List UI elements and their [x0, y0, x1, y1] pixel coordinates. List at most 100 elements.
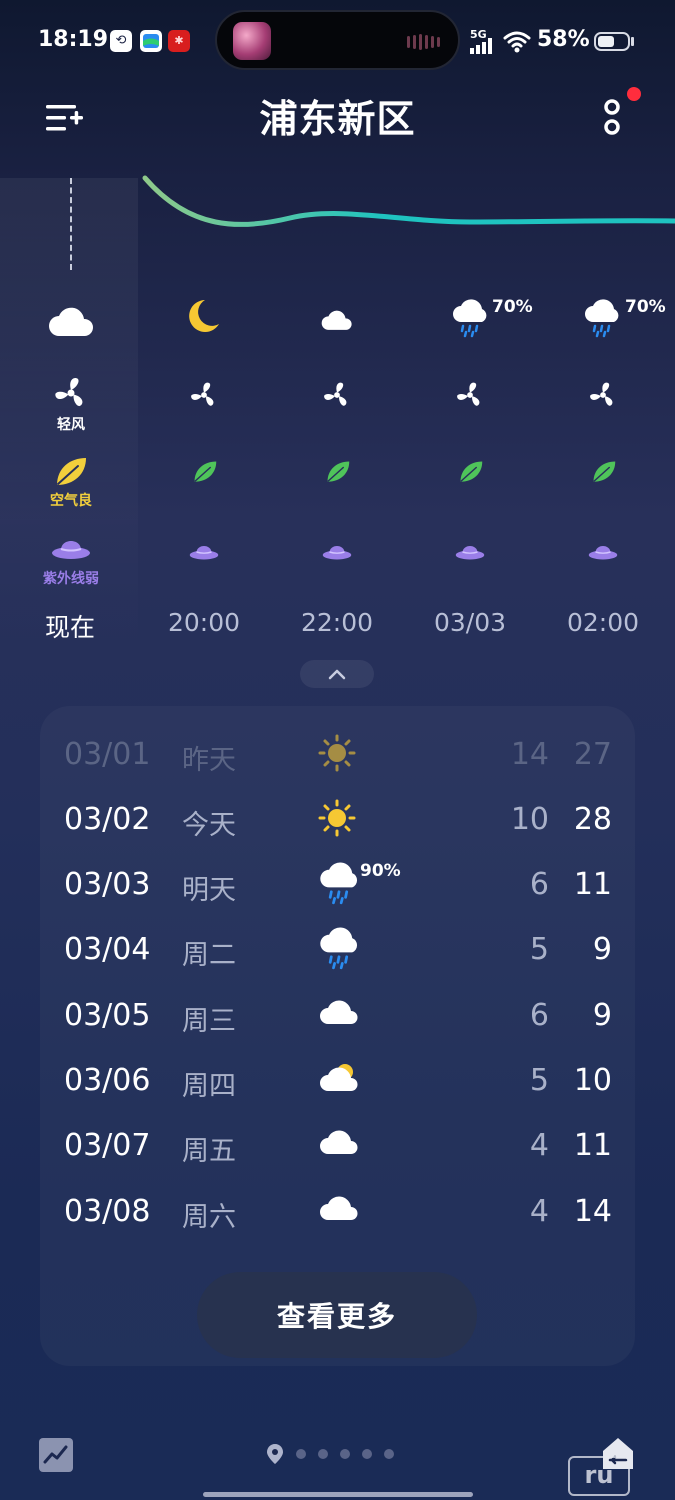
leaf-icon — [460, 461, 483, 482]
hourly-column-now[interactable]: 轻风 空气良 紫外线弱 — [4, 290, 138, 650]
hour-time-label: 03/03 — [433, 608, 507, 637]
day-name: 周六 — [182, 1202, 236, 1233]
battery-percent: 58% — [537, 27, 590, 52]
trend-chart-icon[interactable] — [39, 1438, 73, 1472]
rain-icon — [453, 299, 487, 338]
hourly-column[interactable] — [137, 290, 271, 650]
wind-fan-icon — [55, 378, 83, 407]
daily-row[interactable]: 03/01 昨天 14 27 — [0, 731, 675, 781]
day-date: 03/02 — [64, 802, 151, 837]
sun-icon — [318, 799, 356, 837]
day-high-temp: 28 — [573, 802, 612, 837]
sun-icon — [318, 734, 356, 772]
dynamic-island[interactable] — [215, 10, 460, 70]
sun-hat-icon — [588, 546, 618, 560]
page-indicator[interactable] — [266, 1443, 394, 1465]
hourly-column[interactable]: 70% — [536, 290, 670, 650]
cellular-signal-icon — [470, 38, 492, 54]
day-date: 03/07 — [64, 1128, 151, 1163]
day-low-temp: 6 — [529, 867, 549, 902]
hour-time-label: 22:00 — [300, 608, 374, 637]
sun-hat-icon — [189, 546, 219, 560]
location-pin-icon — [267, 1444, 283, 1464]
cloud-icon — [320, 1196, 358, 1220]
hour-time-label: 现在 — [45, 613, 96, 642]
partly-cloudy-night-icon — [49, 294, 97, 336]
hourly-column[interactable]: 70% — [403, 290, 537, 650]
wind-label: 轻风 — [57, 417, 85, 433]
page-dot[interactable] — [340, 1449, 350, 1459]
partly-cloudy-icon — [320, 1064, 358, 1091]
battery-icon — [594, 32, 630, 51]
app-notification-icon: ⟲ — [110, 30, 132, 52]
home-indicator[interactable] — [203, 1492, 473, 1497]
notification-dot — [627, 87, 641, 101]
precipitation-chance: 70% — [492, 297, 533, 317]
day-date: 03/05 — [64, 998, 151, 1033]
wind-fan-icon — [191, 382, 214, 406]
day-high-temp: 14 — [573, 1194, 612, 1229]
air-quality-label: 空气良 — [50, 493, 92, 509]
view-more-button[interactable]: 查看更多 — [197, 1272, 477, 1358]
hour-time-label: 20:00 — [167, 608, 241, 637]
sun-hat-icon — [322, 546, 352, 560]
day-high-temp: 27 — [573, 737, 612, 772]
wifi-icon — [503, 31, 531, 53]
page-dot[interactable] — [384, 1449, 394, 1459]
partly-cloudy-night-icon — [321, 301, 355, 330]
leaf-icon — [327, 461, 350, 482]
temperature-curve — [142, 175, 675, 227]
page-dot[interactable] — [362, 1449, 372, 1459]
rain-icon — [320, 862, 358, 905]
wind-fan-icon — [590, 382, 613, 406]
day-low-temp: 5 — [529, 932, 549, 967]
status-time: 18:19 — [38, 27, 109, 52]
uv-label: 紫外线弱 — [43, 571, 99, 587]
media-thumbnail — [233, 22, 271, 60]
day-low-temp: 5 — [529, 1063, 549, 1098]
page-dot[interactable] — [318, 1449, 328, 1459]
day-name: 昨天 — [182, 745, 236, 776]
cloud-icon — [320, 1000, 358, 1024]
hour-time-label: 02:00 — [566, 608, 640, 637]
wind-fan-icon — [324, 382, 347, 406]
daily-row[interactable]: 03/05 周三 6 9 — [0, 992, 675, 1042]
city-title: 浦东新区 — [259, 97, 416, 141]
day-low-temp: 4 — [529, 1128, 549, 1163]
day-high-temp: 9 — [592, 932, 612, 967]
day-date: 03/04 — [64, 932, 151, 967]
hourly-column[interactable] — [270, 290, 404, 650]
daily-row[interactable]: 03/03 明天 90% 6 11 — [0, 861, 675, 911]
leaf-icon — [57, 458, 86, 485]
battery-level — [598, 36, 614, 47]
daily-row[interactable]: 03/04 周二 5 9 — [0, 926, 675, 976]
day-low-temp: 6 — [529, 998, 549, 1033]
day-low-temp: 14 — [510, 737, 549, 772]
page-dot[interactable] — [296, 1449, 306, 1459]
more-options-icon[interactable] — [600, 98, 624, 138]
sun-hat-icon — [455, 546, 485, 560]
day-high-temp: 11 — [573, 867, 612, 902]
precipitation-chance: 70% — [625, 297, 666, 317]
moon-icon — [189, 300, 219, 332]
day-date: 03/03 — [64, 867, 151, 902]
daily-row[interactable]: 03/07 周五 4 11 — [0, 1122, 675, 1172]
precipitation-chance: 90% — [360, 861, 401, 881]
chevron-up-icon — [328, 669, 346, 680]
day-low-temp: 4 — [529, 1194, 549, 1229]
day-name: 周二 — [182, 940, 236, 971]
day-high-temp: 11 — [573, 1128, 612, 1163]
daily-row[interactable]: 03/08 周六 4 14 — [0, 1188, 675, 1238]
collapse-hourly-button[interactable] — [300, 660, 374, 688]
rain-icon — [320, 927, 358, 970]
day-date: 03/08 — [64, 1194, 151, 1229]
day-name: 明天 — [182, 875, 236, 906]
day-name: 今天 — [182, 810, 236, 841]
day-name: 周四 — [182, 1071, 236, 1102]
leaf-icon — [593, 461, 616, 482]
battery-tip — [631, 37, 634, 46]
daily-row[interactable]: 03/02 今天 10 28 — [0, 796, 675, 846]
watermark-logo: ru — [568, 1456, 630, 1496]
sun-hat-icon — [52, 541, 90, 559]
daily-row[interactable]: 03/06 周四 5 10 — [0, 1057, 675, 1107]
